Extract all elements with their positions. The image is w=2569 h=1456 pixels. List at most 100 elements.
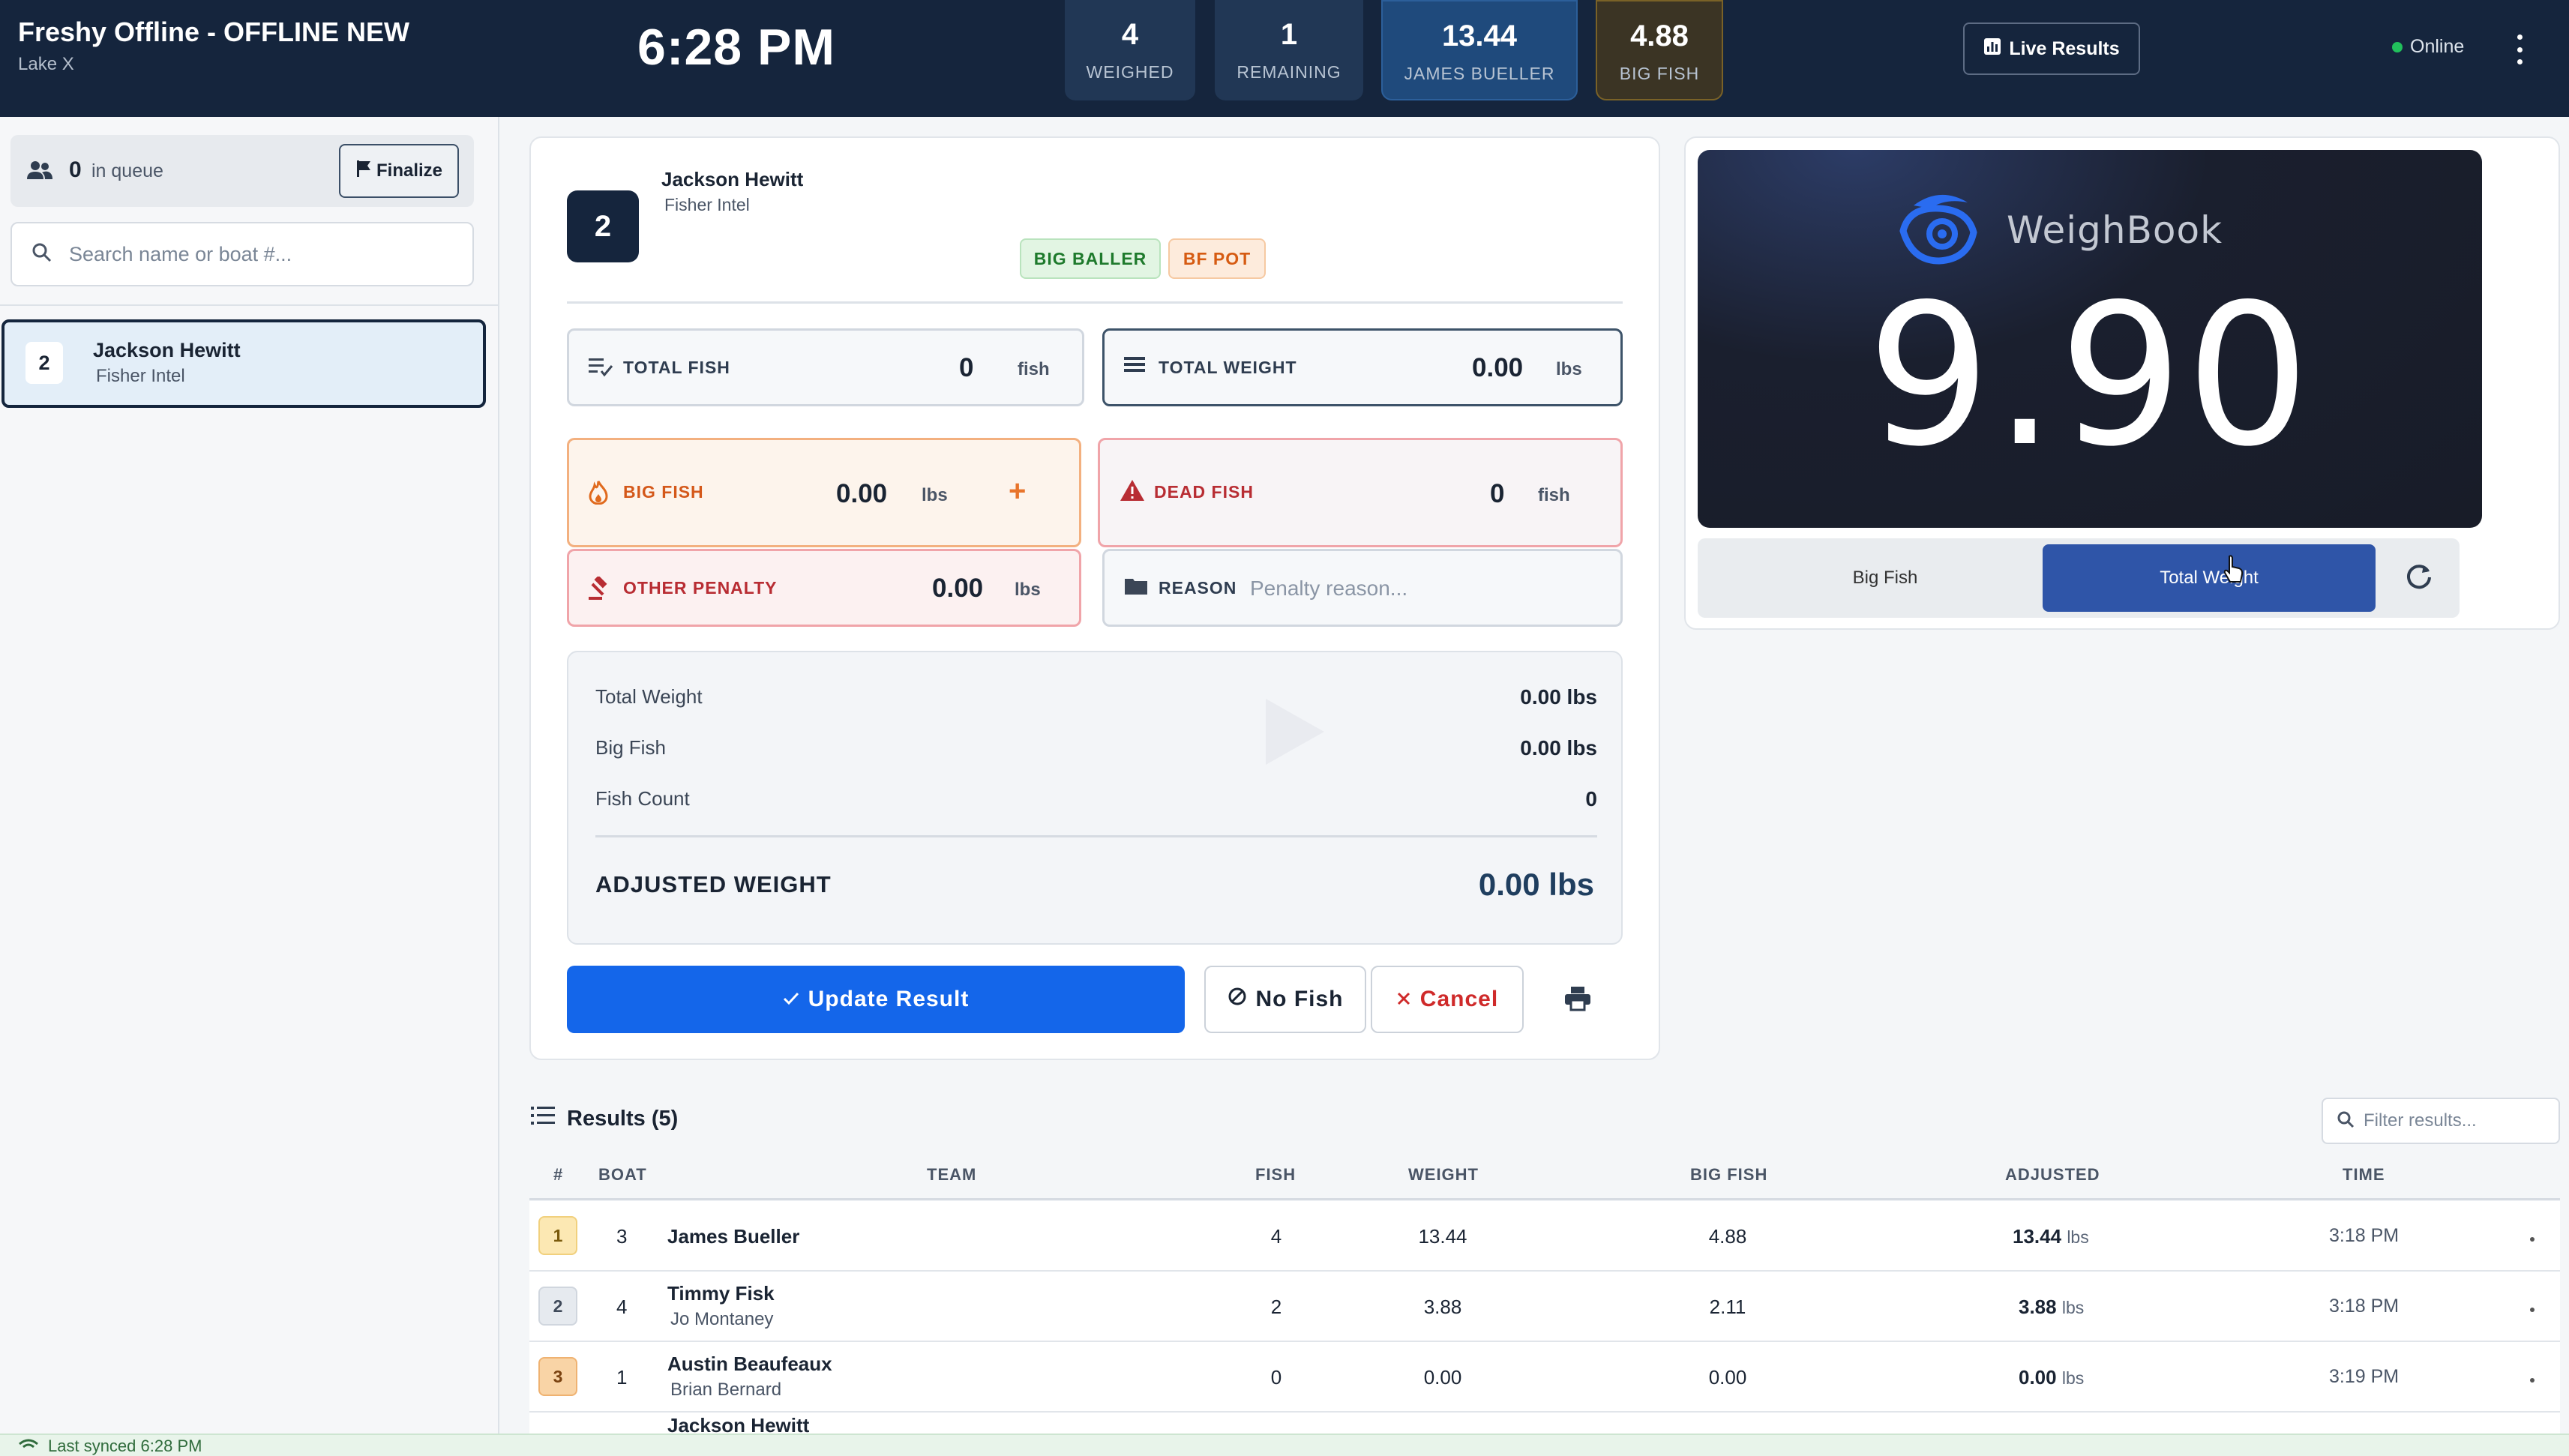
dead-fish-field[interactable]: DEAD FISH 0 fish: [1098, 438, 1623, 547]
partner-name: Brian Bernard: [670, 1380, 782, 1400]
table-row[interactable]: 2 4 Timmy Fisk Jo Montaney 2 3.88 2.11 3…: [529, 1272, 2560, 1342]
field-label: TOTAL WEIGHT: [1159, 358, 1297, 377]
scale-reading: 9.90: [1866, 263, 2313, 490]
column-header[interactable]: BOAT: [598, 1165, 647, 1185]
stat-value: 4.88: [1630, 19, 1689, 52]
time: 3:19 PM: [2329, 1366, 2400, 1387]
table-row[interactable]: 1 3 James Bueller 4 13.44 4.88 13.44 lbs…: [529, 1201, 2560, 1272]
column-header[interactable]: FISH: [1255, 1165, 1296, 1185]
filter-input[interactable]: [2364, 1110, 2551, 1131]
scale-target-toggle: Big Fish Total Weight: [1698, 538, 2460, 618]
more-menu-icon[interactable]: [2512, 30, 2527, 69]
total-fish-field[interactable]: TOTAL FISH 0 fish: [567, 328, 1084, 406]
brand-name: WeighBook: [2007, 208, 2223, 252]
angler-name: Timmy Fisk: [667, 1282, 775, 1305]
scale-display: WeighBook 9.90: [1698, 150, 2482, 528]
queue-item[interactable]: 2 Jackson Hewitt Fisher Intel: [1, 319, 486, 408]
column-header[interactable]: ADJUSTED: [2005, 1165, 2100, 1185]
adjusted-weight-value: 0.00 lbs: [1478, 867, 1594, 902]
big-fish-field[interactable]: BIG FISH 0.00 lbs +: [567, 438, 1081, 547]
penalty-reason-field[interactable]: REASON Penalty reason...: [1102, 549, 1623, 627]
adjusted-weight: 13.44 lbs: [2013, 1225, 2089, 1248]
table-row[interactable]: Jackson Hewitt: [529, 1413, 2560, 1434]
partner-name: Jo Montaney: [670, 1309, 774, 1329]
column-header[interactable]: TEAM: [927, 1165, 976, 1185]
stat-leader: 13.44 JAMES BUELLER: [1381, 0, 1578, 100]
other-penalty-field[interactable]: OTHER PENALTY 0.00 lbs: [567, 549, 1081, 627]
print-icon[interactable]: [1558, 979, 1597, 1018]
rank-badge: 2: [538, 1287, 577, 1326]
tag-big-baller: BIG BALLER: [1020, 238, 1161, 279]
flame-icon: [589, 477, 608, 508]
rank-badge: 3: [538, 1357, 577, 1396]
row-menu-icon[interactable]: [2530, 1237, 2535, 1242]
mouse-cursor-icon: [2223, 555, 2245, 587]
update-result-button[interactable]: Update Result: [567, 966, 1185, 1033]
field-unit: lbs: [1015, 580, 1041, 600]
cancel-button[interactable]: Cancel: [1371, 966, 1524, 1033]
no-fish-button[interactable]: No Fish: [1204, 966, 1366, 1033]
column-header[interactable]: WEIGHT: [1408, 1165, 1479, 1185]
column-header[interactable]: BIG FISH: [1690, 1165, 1767, 1185]
close-icon: [1396, 987, 1411, 1012]
weigh-in-card: 2 Jackson Hewitt Fisher Intel BIG BALLER…: [529, 136, 1660, 1060]
search-icon: [2337, 1110, 2355, 1132]
divider: [567, 301, 1623, 304]
gavel-icon: [589, 575, 613, 604]
angler-name: James Bueller: [667, 1225, 800, 1248]
adjusted-weight: 3.88 lbs: [2019, 1296, 2085, 1318]
field-label: OTHER PENALTY: [623, 578, 778, 598]
no-fish-label: No Fish: [1255, 987, 1344, 1011]
sync-status: Last synced 6:28 PM: [18, 1437, 202, 1456]
finalize-label: Finalize: [376, 160, 443, 181]
row-menu-icon[interactable]: [2530, 1378, 2535, 1383]
stat-value: 1: [1280, 18, 1298, 51]
add-big-fish-icon[interactable]: +: [1009, 475, 1026, 508]
summary-label: Total Weight: [595, 685, 703, 708]
sync-status-bar: Last synced 6:28 PM: [0, 1434, 2569, 1456]
update-result-label: Update Result: [808, 987, 970, 1011]
field-label: REASON: [1159, 578, 1237, 598]
table-row[interactable]: 3 1 Austin Beaufeaux Brian Bernard 0 0.0…: [529, 1342, 2560, 1413]
total-weight-field[interactable]: TOTAL WEIGHT 0.00 lbs: [1102, 328, 1623, 406]
sync-text: Last synced 6:28 PM: [48, 1437, 202, 1455]
status-label: Online: [2410, 36, 2465, 57]
penalty-reason-input[interactable]: Penalty reason...: [1250, 577, 1407, 601]
queue-label: in queue: [91, 160, 163, 181]
stat-remaining: 1 REMAINING: [1215, 0, 1363, 100]
other-penalty-value: 0.00: [932, 574, 984, 603]
toggle-big-fish[interactable]: Big Fish: [1698, 544, 2073, 612]
stat-value: 4: [1121, 18, 1139, 51]
check-icon: [783, 987, 799, 1012]
column-header: #: [553, 1165, 564, 1184]
angler-team: Fisher Intel: [664, 195, 750, 214]
warning-icon: [1120, 479, 1145, 505]
divider: [595, 835, 1597, 837]
weight: 13.44: [1418, 1225, 1467, 1248]
refresh-icon[interactable]: [2404, 561, 2434, 595]
boat-number: 1: [616, 1366, 628, 1389]
toggle-total-weight[interactable]: Total Weight: [2043, 544, 2376, 612]
summary-value: 0.00 lbs: [1520, 736, 1597, 759]
flag-icon: [355, 160, 372, 183]
bar-chart-icon: [1983, 37, 2001, 61]
list-check-icon: [589, 356, 614, 381]
wifi-icon: [18, 1437, 39, 1456]
queue-summary: 0 in queue Finalize: [10, 135, 474, 207]
row-menu-icon[interactable]: [2530, 1308, 2535, 1312]
list-icon: [531, 1105, 555, 1132]
big-fish-value: 0.00: [836, 479, 888, 508]
angler-name: Jackson Hewitt: [661, 168, 804, 190]
stat-label: JAMES BUELLER: [1404, 64, 1555, 83]
scale-panel: WeighBook 9.90 Big Fish Total Weight: [1684, 136, 2560, 630]
fish-count: 4: [1270, 1225, 1282, 1248]
connection-status: Online: [2392, 36, 2464, 58]
boat-number-badge: 2: [25, 342, 63, 384]
live-results-button[interactable]: Live Results: [1963, 22, 2140, 75]
stat-label: BIG FISH: [1619, 64, 1700, 83]
stat-weighed: 4 WEIGHED: [1065, 0, 1195, 100]
search-input[interactable]: [69, 242, 459, 266]
column-header[interactable]: TIME: [2343, 1165, 2385, 1185]
field-unit: lbs: [1556, 359, 1582, 379]
finalize-button[interactable]: Finalize: [339, 144, 459, 198]
